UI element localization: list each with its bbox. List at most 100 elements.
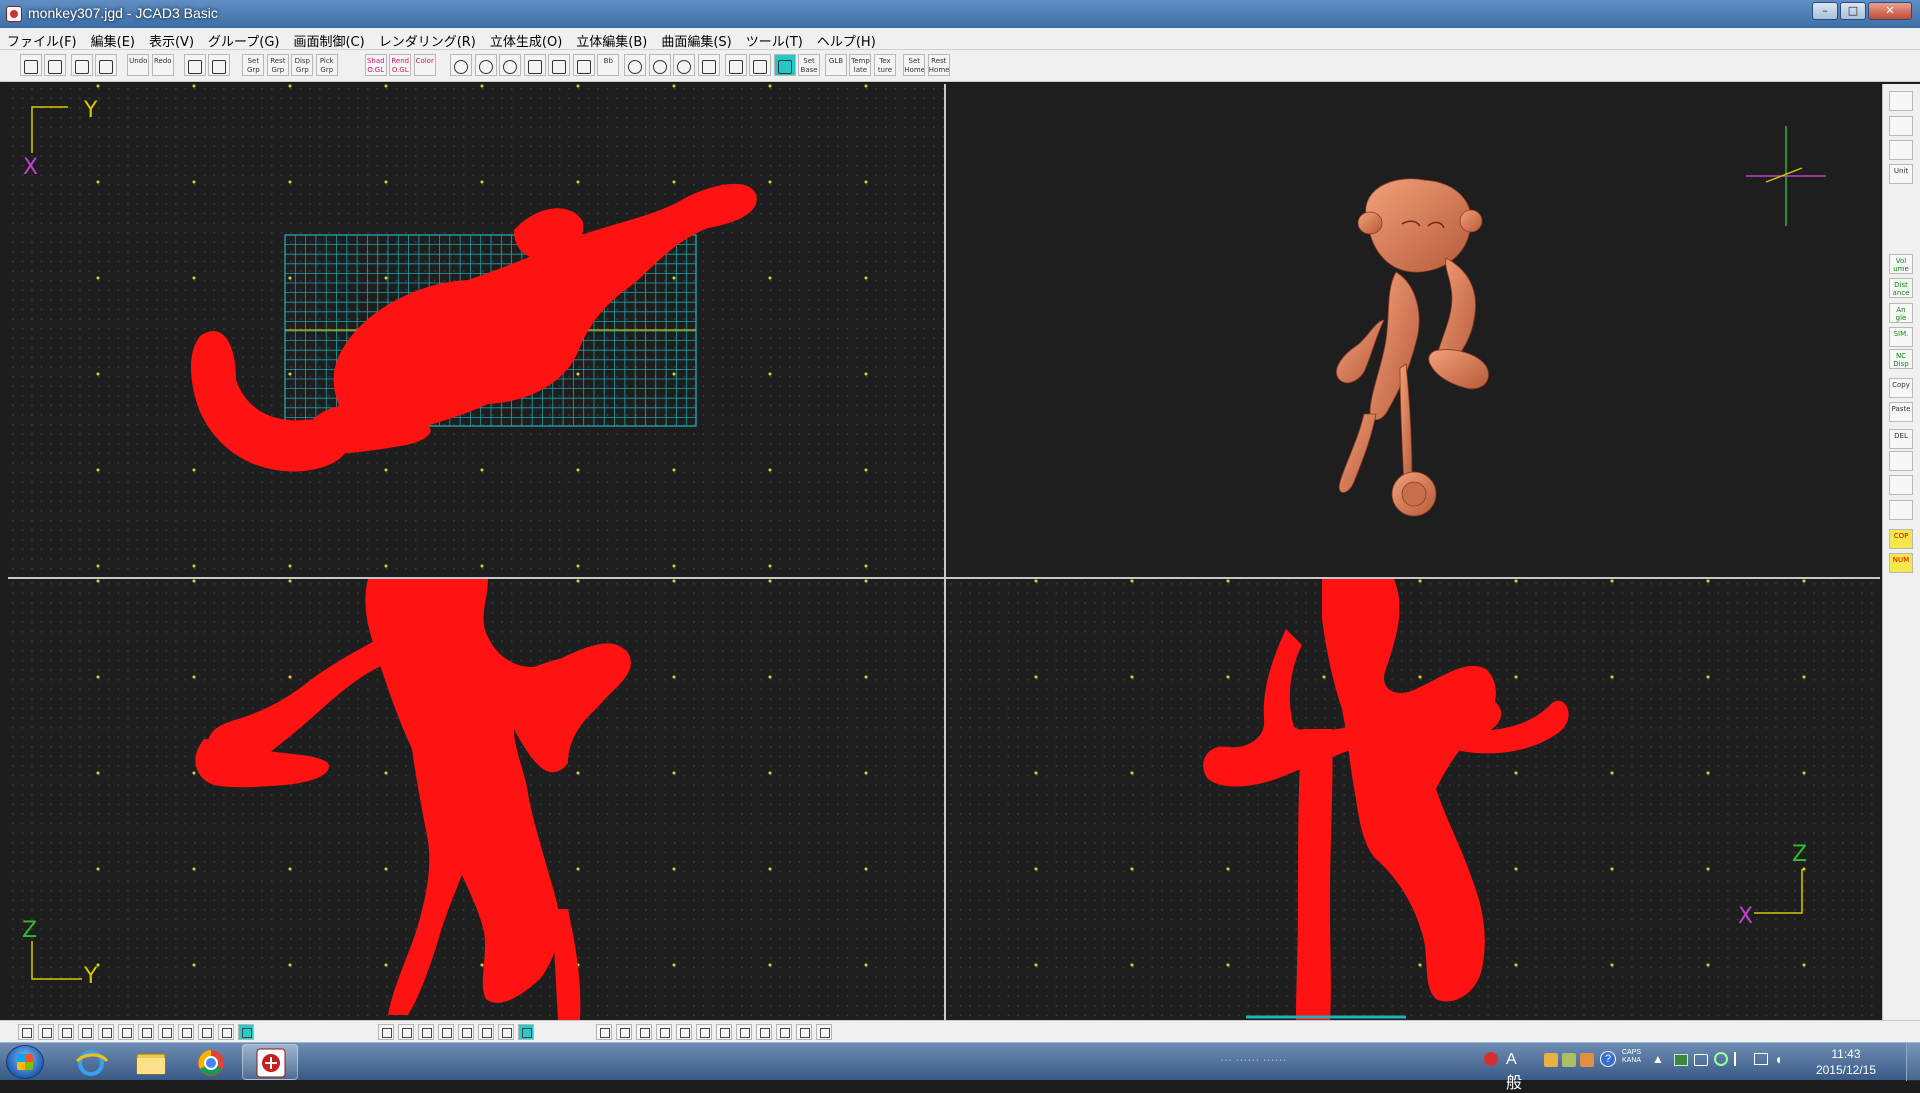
menu-item-3[interactable]: グループ(G) <box>201 28 286 50</box>
rest-grp-button[interactable]: Rest Grp <box>266 54 289 76</box>
set-home-button[interactable]: Set Home <box>903 54 926 76</box>
bottom-tool-icon-25[interactable] <box>696 1024 712 1040</box>
ime-dict-icon[interactable] <box>1544 1053 1558 1067</box>
bottom-tool-icon-31[interactable] <box>816 1024 832 1040</box>
bottom-tool-icon-16[interactable] <box>458 1024 474 1040</box>
glb-button[interactable]: GLB <box>824 54 847 76</box>
bottom-tool-icon-24[interactable] <box>676 1024 692 1040</box>
nc-disp-button[interactable]: NC Disp <box>1889 348 1913 369</box>
bottom-tool-icon-1[interactable] <box>38 1024 54 1040</box>
pick-grp-button[interactable]: Pick Grp <box>315 54 338 76</box>
viewport-divider-horizontal[interactable] <box>8 577 1880 579</box>
display-icon[interactable] <box>1694 1054 1708 1066</box>
undo-button[interactable]: Undo <box>127 54 150 76</box>
tray-expand-icon[interactable]: ▲ <box>1652 1052 1664 1066</box>
sync-icon[interactable] <box>1714 1052 1728 1066</box>
bottom-tool-icon-17[interactable] <box>478 1024 494 1040</box>
ime-pad-icon[interactable] <box>1580 1053 1594 1067</box>
list-icon[interactable] <box>1889 450 1913 471</box>
bottom-tool-icon-28[interactable] <box>756 1024 772 1040</box>
save-icon[interactable] <box>70 54 93 76</box>
zoom-in-icon[interactable] <box>450 54 473 76</box>
side-view[interactable]: Z X <box>946 579 1880 1020</box>
bottom-tool-icon-9[interactable] <box>198 1024 214 1040</box>
angle-button[interactable]: An gle <box>1889 302 1913 323</box>
bottom-tool-icon-3[interactable] <box>78 1024 94 1040</box>
help-icon[interactable]: ? <box>1600 1051 1616 1067</box>
print-icon[interactable] <box>95 54 118 76</box>
ime-mode[interactable]: A 般 <box>1506 1051 1522 1093</box>
del-button[interactable]: DEL <box>1889 429 1913 450</box>
bottom-tool-icon-7[interactable] <box>158 1024 174 1040</box>
menu-item-8[interactable]: 曲面編集(S) <box>654 28 738 50</box>
diamond-icon[interactable] <box>1889 139 1913 160</box>
taskbar-jcad3[interactable] <box>242 1044 298 1080</box>
bottom-tool-icon-20[interactable] <box>596 1024 612 1040</box>
zoom-window-icon[interactable] <box>523 54 546 76</box>
bottom-tool-icon-8[interactable] <box>178 1024 194 1040</box>
tree-icon[interactable] <box>1889 499 1913 520</box>
grid-view-icon[interactable] <box>183 54 206 76</box>
menu-item-9[interactable]: ツール(T) <box>739 28 810 50</box>
rest-home-button[interactable]: Rest Home <box>927 54 950 76</box>
bottom-tool-icon-10[interactable] <box>218 1024 234 1040</box>
monitor-icon[interactable] <box>1754 1053 1768 1065</box>
bottom-tool-icon-29[interactable] <box>776 1024 792 1040</box>
grid-active-icon[interactable] <box>773 54 796 76</box>
grid-dots-icon[interactable] <box>749 54 772 76</box>
minimize-button[interactable]: – <box>1812 2 1838 20</box>
bottom-tool-icon-26[interactable] <box>716 1024 732 1040</box>
template-button[interactable]: Temp late <box>849 54 872 76</box>
bottom-tool-icon-27[interactable] <box>736 1024 752 1040</box>
texture-button[interactable]: Tex ture <box>873 54 896 76</box>
paste-button[interactable]: Paste <box>1889 402 1913 423</box>
bottom-tool-icon-12[interactable] <box>378 1024 394 1040</box>
bottom-tool-icon-19[interactable] <box>518 1024 534 1040</box>
rotate-view-icon[interactable] <box>624 54 647 76</box>
bottom-tool-icon-13[interactable] <box>398 1024 414 1040</box>
frame-icon[interactable] <box>697 54 720 76</box>
set-base-button[interactable]: Set Base <box>798 54 821 76</box>
menu-item-2[interactable]: 表示(V) <box>142 28 201 50</box>
set-grp-button[interactable]: Set Grp <box>242 54 265 76</box>
top-view[interactable]: Y X <box>8 84 944 577</box>
menu-item-5[interactable]: レンダリング(R) <box>372 28 483 50</box>
bottom-tool-icon-6[interactable] <box>138 1024 154 1040</box>
zoom-out-icon[interactable] <box>474 54 497 76</box>
bb-button[interactable]: Bb <box>597 54 620 76</box>
bottom-tool-icon-2[interactable] <box>58 1024 74 1040</box>
bottom-tool-icon-18[interactable] <box>498 1024 514 1040</box>
bottom-tool-icon-30[interactable] <box>796 1024 812 1040</box>
sim-button[interactable]: SIM. <box>1889 327 1913 347</box>
viewport-divider-vertical[interactable] <box>944 84 946 1020</box>
quad-view-icon[interactable] <box>208 54 231 76</box>
redo-button[interactable]: Redo <box>151 54 174 76</box>
taskbar-ie[interactable] <box>62 1044 118 1080</box>
close-button[interactable]: ✕ <box>1868 2 1912 20</box>
unit-button[interactable]: Unit <box>1889 164 1913 185</box>
color-button[interactable]: Color <box>413 54 436 76</box>
bottom-tool-icon-5[interactable] <box>118 1024 134 1040</box>
show-desktop-button[interactable] <box>1906 1043 1920 1081</box>
bottom-tool-icon-21[interactable] <box>616 1024 632 1040</box>
bottom-tool-icon-23[interactable] <box>656 1024 672 1040</box>
copy-button[interactable]: Copy <box>1889 378 1913 399</box>
distance-button[interactable]: Dist ance <box>1889 278 1913 299</box>
flag-icon[interactable] <box>1734 1052 1746 1066</box>
pan-hand-icon[interactable] <box>572 54 595 76</box>
bottom-tool-icon-15[interactable] <box>438 1024 454 1040</box>
disp-grp-button[interactable]: Disp Grp <box>291 54 314 76</box>
zoom-fit-icon[interactable] <box>499 54 522 76</box>
layers-icon[interactable] <box>1889 475 1913 496</box>
bottom-tool-icon-11[interactable] <box>238 1024 254 1040</box>
num-button[interactable]: NUM <box>1889 552 1913 573</box>
perspective-view[interactable] <box>946 84 1880 577</box>
start-button[interactable] <box>6 1045 44 1079</box>
bottom-tool-icon-4[interactable] <box>98 1024 114 1040</box>
bottom-tool-icon-0[interactable] <box>18 1024 34 1040</box>
rend-ogl-button[interactable]: Rend O.GL <box>389 54 412 76</box>
zoom-box-icon[interactable] <box>673 54 696 76</box>
front-view[interactable]: Z Y <box>8 579 944 1020</box>
cop-button[interactable]: COP <box>1889 528 1913 549</box>
open-icon[interactable] <box>44 54 67 76</box>
